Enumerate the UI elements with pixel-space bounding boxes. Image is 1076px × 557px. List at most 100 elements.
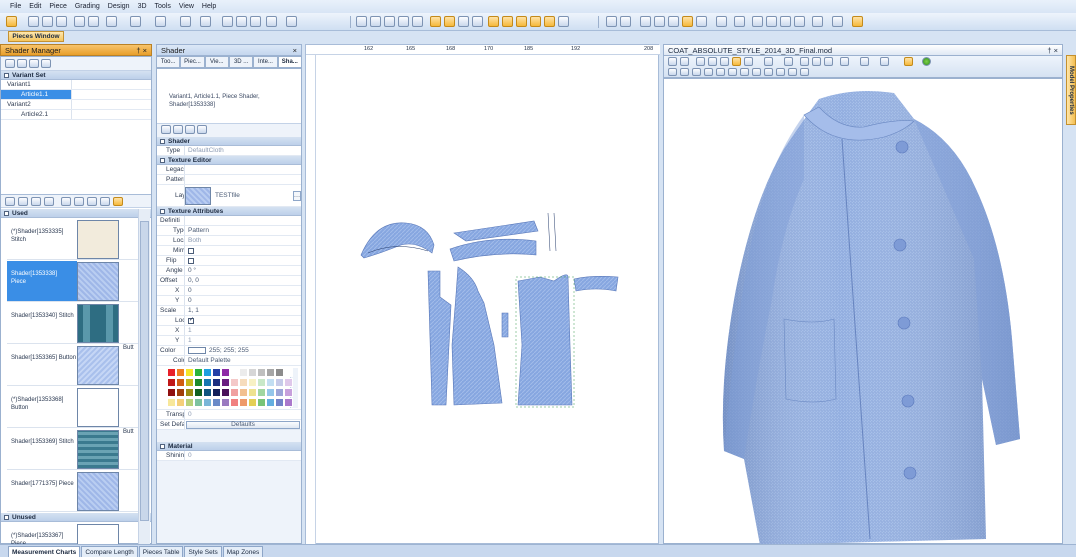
3d-pin-icon[interactable]	[794, 16, 805, 27]
tab-pieces-table[interactable]: Pieces Table	[138, 546, 184, 557]
def-type-row[interactable]: TypePattern	[157, 226, 301, 236]
tab-view[interactable]: Vie...	[204, 56, 229, 68]
3d-select-small-icon[interactable]	[668, 68, 677, 76]
palette-swatch[interactable]	[266, 388, 275, 397]
palette-swatch[interactable]	[194, 368, 203, 377]
3d-cut-small-icon[interactable]	[704, 68, 713, 76]
3d-tack-icon[interactable]	[734, 16, 745, 27]
shader-item[interactable]: (*)Shader[1353367] Piece	[7, 523, 147, 545]
tab-3d[interactable]: 3D ...	[228, 56, 254, 68]
paste-icon[interactable]	[250, 16, 261, 27]
defaults-button[interactable]: Defaults	[186, 420, 300, 429]
palette-swatch[interactable]	[194, 388, 203, 397]
set-default-row[interactable]: Set Defa Defaults	[157, 420, 301, 430]
palette-swatch[interactable]	[284, 398, 293, 407]
palette-swatch[interactable]	[203, 398, 212, 407]
palette-swatch[interactable]	[185, 368, 194, 377]
palette-swatch[interactable]	[212, 378, 221, 387]
3d-front-small-icon[interactable]	[732, 57, 741, 66]
3d-export-icon[interactable]	[812, 16, 823, 27]
3d-fold-small-icon[interactable]	[752, 68, 761, 76]
view-mode-2-icon[interactable]	[370, 16, 381, 27]
3d-grid-small-icon[interactable]	[744, 57, 753, 66]
menu-grading[interactable]: Grading	[75, 3, 100, 10]
palette-swatch[interactable]	[257, 378, 266, 387]
tab-compare-length[interactable]: Compare Length	[81, 546, 138, 557]
3d-front-icon[interactable]	[682, 16, 693, 27]
palette-swatch[interactable]	[176, 398, 185, 407]
mirror-checkbox[interactable]	[188, 247, 194, 254]
undo-icon[interactable]	[180, 16, 191, 27]
variant-row-2[interactable]: Variant2	[1, 100, 151, 110]
3d-tool-icon[interactable]	[716, 16, 727, 27]
menu-tools[interactable]: Tools	[155, 3, 171, 10]
copy-icon[interactable]	[236, 16, 247, 27]
3d-light-small-icon[interactable]	[800, 68, 809, 76]
layout-icon[interactable]	[472, 16, 483, 27]
scale-x-row[interactable]: X1	[157, 326, 301, 336]
palette-swatch[interactable]	[239, 368, 248, 377]
palette-swatch[interactable]	[230, 368, 239, 377]
palette-swatch[interactable]	[248, 368, 257, 377]
3d-sew-small-icon[interactable]	[840, 57, 849, 66]
save-icon[interactable]	[56, 16, 67, 27]
palette-swatch[interactable]	[266, 398, 275, 407]
3d-tack-small-icon[interactable]	[764, 68, 773, 76]
scrollbar-thumb[interactable]	[140, 221, 149, 521]
flip-row[interactable]: Flip	[157, 256, 301, 266]
3d-draw-small-icon[interactable]	[716, 68, 725, 76]
tab-measurement-charts[interactable]: Measurement Charts	[8, 546, 81, 557]
palette-swatch[interactable]	[185, 378, 194, 387]
menu-view[interactable]: View	[179, 3, 194, 10]
3d-refresh-icon[interactable]	[606, 16, 617, 27]
palette-swatch[interactable]	[203, 368, 212, 377]
help-icon[interactable]	[286, 16, 297, 27]
3d-export-small-icon[interactable]	[860, 57, 869, 66]
shader-item[interactable]: (*)Shader[1353368] Button	[7, 387, 147, 428]
pieces-window-tab[interactable]: Pieces Window	[8, 31, 64, 42]
apply-shader-icon[interactable]	[31, 197, 41, 206]
3d-sim-icon[interactable]	[640, 16, 651, 27]
tab-piece[interactable]: Piec...	[180, 56, 205, 68]
palette-swatch[interactable]	[257, 368, 266, 377]
drape-icon[interactable]	[458, 16, 469, 27]
shader-item[interactable]: Shader[1353365] Button Butt	[7, 345, 147, 386]
delete-shader-icon[interactable]	[44, 197, 54, 206]
paste-props-icon[interactable]	[197, 125, 207, 134]
material-group[interactable]: Material	[157, 442, 301, 451]
palette-swatch[interactable]	[167, 378, 176, 387]
3d-grid-icon[interactable]	[696, 16, 707, 27]
properties-icon[interactable]	[266, 16, 277, 27]
palette-swatch[interactable]	[284, 378, 293, 387]
palette-swatch[interactable]	[194, 398, 203, 407]
3d-layer-small-icon[interactable]	[776, 68, 785, 76]
delete-variant-icon[interactable]	[41, 59, 51, 68]
new-shader-icon[interactable]	[5, 197, 15, 206]
copy-shader-icon[interactable]	[18, 197, 28, 206]
new-file-icon[interactable]	[28, 16, 39, 27]
3d-fit-icon[interactable]	[654, 16, 665, 27]
3d-curve-small-icon[interactable]	[824, 57, 833, 66]
3d-viewport[interactable]	[663, 78, 1063, 545]
palette-swatch[interactable]	[239, 388, 248, 397]
3d-measure-small-icon[interactable]	[728, 68, 737, 76]
palette-swatch[interactable]	[266, 368, 275, 377]
palette-swatch[interactable]	[239, 398, 248, 407]
open-file-icon[interactable]	[42, 16, 53, 27]
lock-row[interactable]: Lock	[157, 316, 301, 326]
palette-swatch[interactable]	[275, 368, 284, 377]
definition-row[interactable]: Definiti	[157, 216, 301, 226]
palette-swatch[interactable]	[248, 398, 257, 407]
3d-frame-small-icon[interactable]	[708, 57, 717, 66]
palette-swatch[interactable]	[275, 398, 284, 407]
palette-swatch[interactable]	[257, 388, 266, 397]
scale-row[interactable]: Scale 1, 1	[157, 306, 301, 316]
palette-swatch[interactable]	[239, 378, 248, 387]
transparency-row[interactable]: Transpa0	[157, 410, 301, 420]
local-row[interactable]: LocalBoth	[157, 236, 301, 246]
3d-cam-icon[interactable]	[668, 16, 679, 27]
3d-play-small-icon[interactable]	[696, 57, 705, 66]
close-icon[interactable]: ×	[293, 46, 297, 55]
texture-attributes-group[interactable]: Texture Attributes	[157, 207, 301, 216]
lock-checkbox[interactable]	[188, 316, 194, 324]
